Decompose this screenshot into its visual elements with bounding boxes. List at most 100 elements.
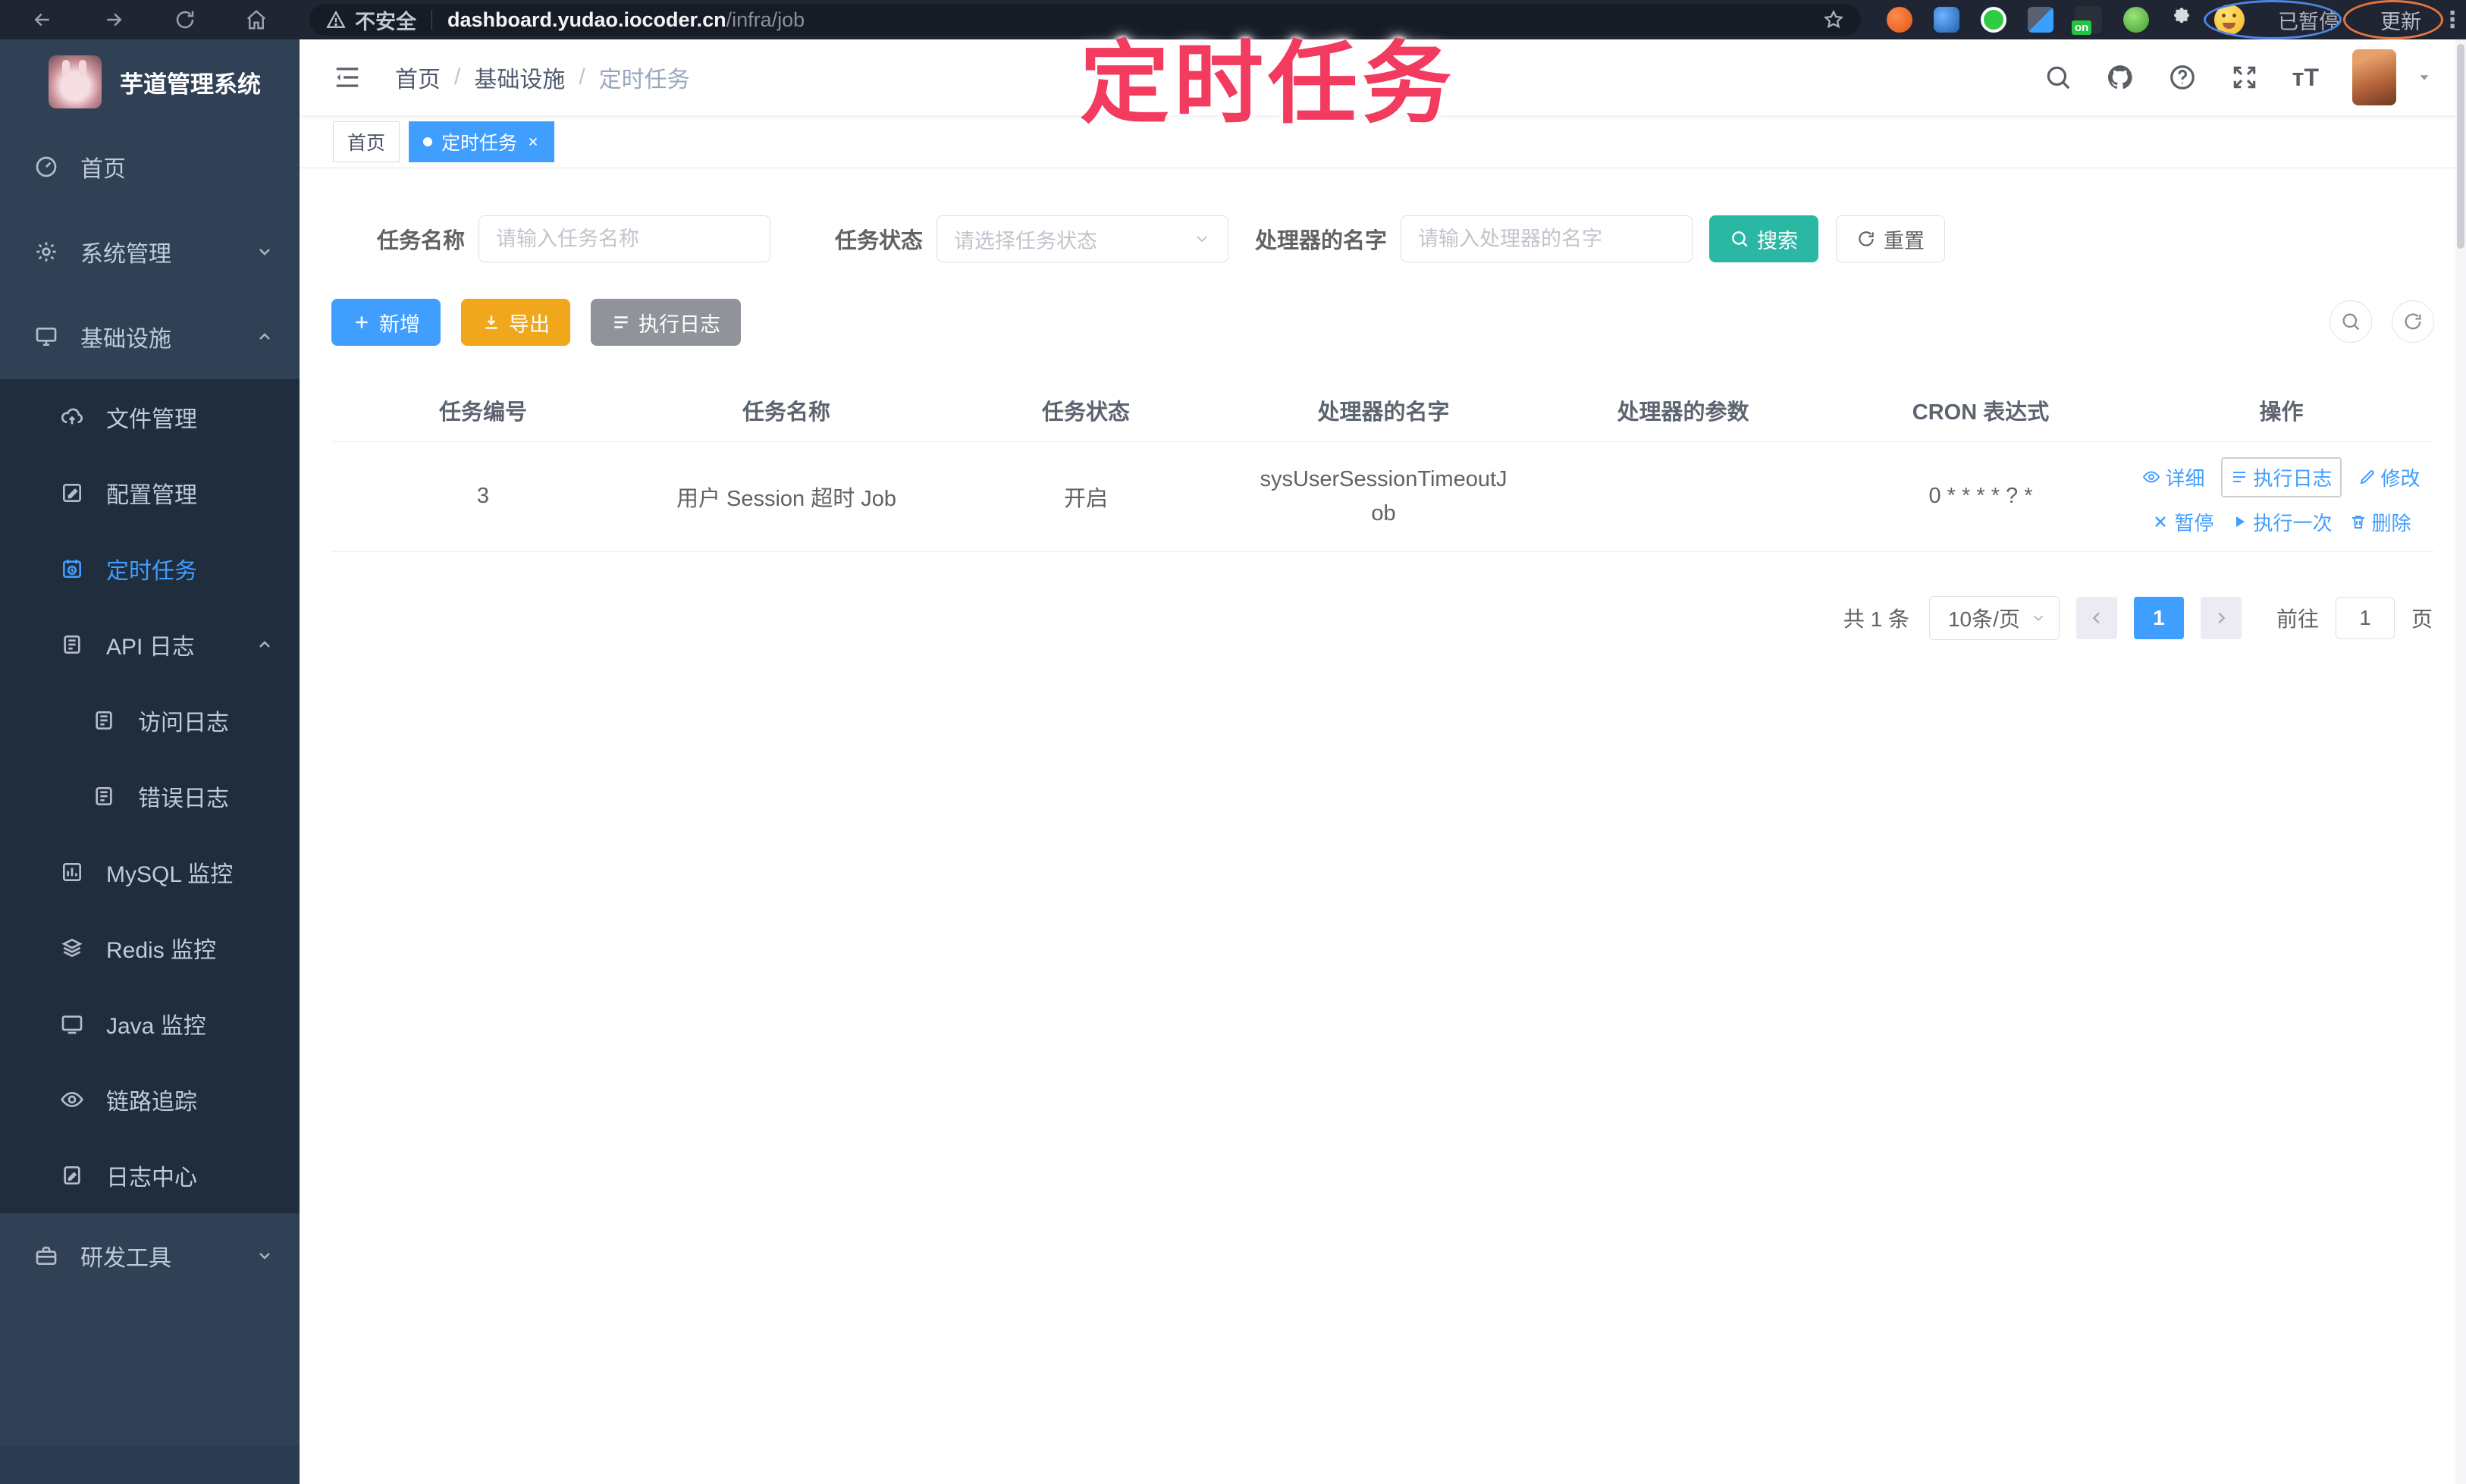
search-button[interactable]: 搜索 <box>1709 215 1819 262</box>
cell-handler-param <box>1533 441 1833 552</box>
extension-icon[interactable] <box>1887 7 1912 33</box>
handler-name-input[interactable] <box>1401 215 1693 262</box>
browser-update-button[interactable]: 更新 <box>2380 5 2421 35</box>
bookmark-star-icon[interactable] <box>1823 9 1844 30</box>
next-page-button[interactable] <box>2200 596 2242 639</box>
goto-label: 前往 <box>2276 607 2319 631</box>
delete-link[interactable]: 删除 <box>2349 508 2411 536</box>
search-icon[interactable] <box>2044 63 2072 92</box>
profile-avatar-emoji[interactable] <box>2214 5 2245 35</box>
col-job-status: 任务状态 <box>938 379 1234 442</box>
sidebar-item-config-management[interactable]: 配置管理 <box>0 455 300 531</box>
sidebar-item-api-log[interactable]: API 日志 <box>0 607 300 682</box>
sidebar-item-home[interactable]: 首页 <box>0 124 300 209</box>
sidebar-item-scheduled-jobs[interactable]: 定时任务 <box>0 531 300 607</box>
fullscreen-icon[interactable] <box>2230 63 2259 92</box>
sidebar-footer <box>0 1446 300 1484</box>
timer-icon <box>58 557 86 581</box>
sidebar-item-dev-tools[interactable]: 研发工具 <box>0 1213 300 1298</box>
scrollbar-thumb[interactable] <box>2457 44 2464 249</box>
url-host[interactable]: dashboard.yudao.iocoder.cn <box>447 8 726 32</box>
extension-icon[interactable] <box>1981 7 2006 33</box>
sidebar-item-mysql-monitor[interactable]: MySQL 监控 <box>0 834 300 910</box>
tab-scheduled-jobs[interactable]: 定时任务 <box>409 121 555 162</box>
run-once-link[interactable]: 执行一次 <box>2230 508 2333 536</box>
sidebar-item-error-log[interactable]: 错误日志 <box>0 758 300 834</box>
chart-icon <box>58 860 86 884</box>
extension-icon[interactable] <box>1934 7 1959 33</box>
sidebar-item-trace[interactable]: 链路追踪 <box>0 1062 300 1137</box>
close-icon[interactable] <box>526 135 540 149</box>
table-row: 3 用户 Session 超时 Job 开启 sysUserSessionTim… <box>331 441 2434 552</box>
gear-icon <box>32 240 61 264</box>
page-number-button[interactable]: 1 <box>2133 596 2184 639</box>
extension-icon[interactable] <box>2123 7 2149 33</box>
reset-button[interactable]: 重置 <box>1836 215 1946 262</box>
font-size-icon[interactable]: тT <box>2292 64 2319 92</box>
pause-link[interactable]: 暂停 <box>2151 508 2213 536</box>
dashboard-icon <box>32 155 61 179</box>
goto-page-input[interactable] <box>2335 596 2395 639</box>
col-handler-name: 处理器的名字 <box>1234 379 1533 442</box>
main-area: 首页 / 基础设施 / 定时任务 тT 首页 定时任务 任务名称 请输入任务名称… <box>300 39 2466 1484</box>
briefcase-icon <box>32 1244 61 1268</box>
page-size-select[interactable]: 10条/页 <box>1928 595 2060 640</box>
scrollbar[interactable] <box>2455 39 2466 1484</box>
detail-link[interactable]: 详细 <box>2142 463 2204 491</box>
sidebar-item-java-monitor[interactable]: Java 监控 <box>0 986 300 1062</box>
document-icon <box>89 708 118 733</box>
browser-home-icon[interactable] <box>241 5 271 35</box>
extension-icon[interactable] <box>2028 7 2053 33</box>
breadcrumb-infra[interactable]: 基础设施 <box>474 61 565 94</box>
cell-actions: 详细 执行日志 修改 暂停 执行一次 删除 <box>2129 441 2434 552</box>
prev-page-button[interactable] <box>2075 596 2117 639</box>
app-logo <box>49 55 102 108</box>
breadcrumb-home[interactable]: 首页 <box>395 61 441 94</box>
active-tab-dot <box>423 136 433 146</box>
browser-forward-icon[interactable] <box>99 5 129 35</box>
cell-job-status: 开启 <box>938 441 1234 552</box>
sidebar-item-access-log[interactable]: 访问日志 <box>0 682 300 758</box>
browser-back-icon[interactable] <box>27 5 58 35</box>
exec-log-link[interactable]: 执行日志 <box>2221 456 2342 497</box>
sidebar-toggle-icon[interactable] <box>333 63 362 92</box>
job-status-label: 任务状态 <box>835 229 924 253</box>
toggle-search-button[interactable] <box>2330 300 2372 343</box>
sidebar-item-infra[interactable]: 基础设施 <box>0 294 300 379</box>
add-button[interactable]: 新增 <box>331 299 441 346</box>
divider <box>431 10 432 30</box>
extensions-puzzle-icon[interactable] <box>2170 7 2193 33</box>
tab-home[interactable]: 首页 <box>333 121 400 162</box>
cell-job-name: 用户 Session 超时 Job <box>635 441 938 552</box>
job-status-select[interactable]: 请选择任务状态 <box>937 215 1229 262</box>
sidebar-item-system[interactable]: 系统管理 <box>0 209 300 294</box>
app-logo-row[interactable]: 芋道管理系统 <box>0 39 300 124</box>
table-toolbar: 新增 导出 执行日志 <box>331 299 2434 346</box>
page-annotation-title: 定时任务 <box>1080 34 1457 134</box>
browser-menu-icon[interactable]: ⋮ <box>2441 7 2464 33</box>
help-icon[interactable] <box>2168 63 2197 92</box>
exec-log-button[interactable]: 执行日志 <box>591 299 741 346</box>
refresh-button[interactable] <box>2392 300 2434 343</box>
chevron-down-icon <box>256 1247 274 1265</box>
document-icon <box>58 1163 86 1188</box>
job-name-input[interactable] <box>478 215 771 262</box>
browser-reload-icon[interactable] <box>170 5 200 35</box>
github-icon[interactable] <box>2106 63 2135 92</box>
url-path[interactable]: /infra/job <box>726 8 805 32</box>
security-label[interactable]: 不安全 <box>355 5 416 35</box>
handler-name-label: 处理器的名字 <box>1255 229 1388 253</box>
edit-link[interactable]: 修改 <box>2358 463 2421 491</box>
user-avatar[interactable] <box>2352 49 2396 105</box>
sidebar-item-file-management[interactable]: 文件管理 <box>0 379 300 455</box>
chevron-down-icon <box>1193 230 1211 248</box>
sidebar-item-redis-monitor[interactable]: Redis 监控 <box>0 910 300 986</box>
sidebar-item-log-center[interactable]: 日志中心 <box>0 1137 300 1213</box>
content: 任务名称 任务状态 请选择任务状态 处理器的名字 搜索 重置 <box>300 215 2466 640</box>
export-button[interactable]: 导出 <box>461 299 570 346</box>
caret-down-icon[interactable] <box>2416 69 2433 86</box>
pagination: 共 1 条 10条/页 1 前往 页 <box>331 595 2434 640</box>
extension-on-badge[interactable]: on <box>2072 6 2102 35</box>
filter-form: 任务名称 任务状态 请选择任务状态 处理器的名字 搜索 重置 <box>331 215 2434 262</box>
chevron-up-icon <box>256 328 274 346</box>
